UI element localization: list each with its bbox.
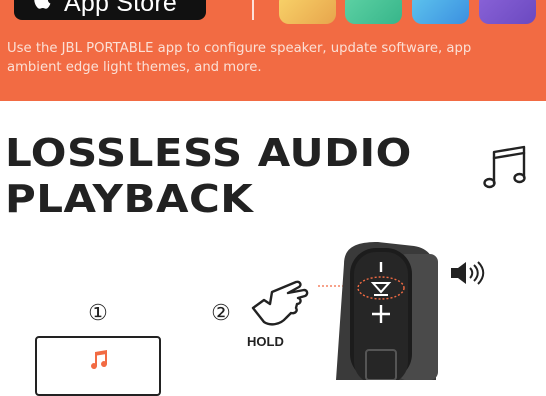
description-line-1: Use the JBL PORTABLE app to configure sp… xyxy=(7,41,472,56)
app-store-label: App Store xyxy=(64,0,177,17)
speaker-illustration xyxy=(336,242,438,380)
theme-tile-green[interactable] xyxy=(345,0,402,24)
theme-tile-blue[interactable] xyxy=(412,0,469,24)
music-note-icon xyxy=(483,145,526,189)
pointing-hand-icon xyxy=(251,280,309,326)
step-1-number: ① xyxy=(88,300,108,325)
theme-tile-purple[interactable] xyxy=(479,0,536,24)
title-line-1: LOSSLESS AUDIO xyxy=(5,130,412,176)
banner-description: Use the JBL PORTABLE app to configure sp… xyxy=(7,39,546,77)
feature-title: LOSSLESS AUDIO PLAYBACK xyxy=(5,132,412,224)
app-banner: App Store Use the JBL PORTABLE app to co… xyxy=(0,0,546,101)
hold-label: HOLD xyxy=(247,334,284,349)
title-line-2: PLAYBACK xyxy=(5,176,254,222)
phone-illustration xyxy=(35,336,161,396)
speaker-volume-icon xyxy=(451,261,485,285)
app-store-button[interactable]: App Store xyxy=(14,0,206,20)
banner-divider xyxy=(252,0,254,20)
apple-icon xyxy=(34,0,51,9)
description-line-2: ambient edge light themes, and more. xyxy=(7,60,262,75)
theme-tile-yellow[interactable] xyxy=(279,0,336,24)
music-note-icon xyxy=(91,350,108,370)
step-2-number: ② xyxy=(211,300,231,325)
